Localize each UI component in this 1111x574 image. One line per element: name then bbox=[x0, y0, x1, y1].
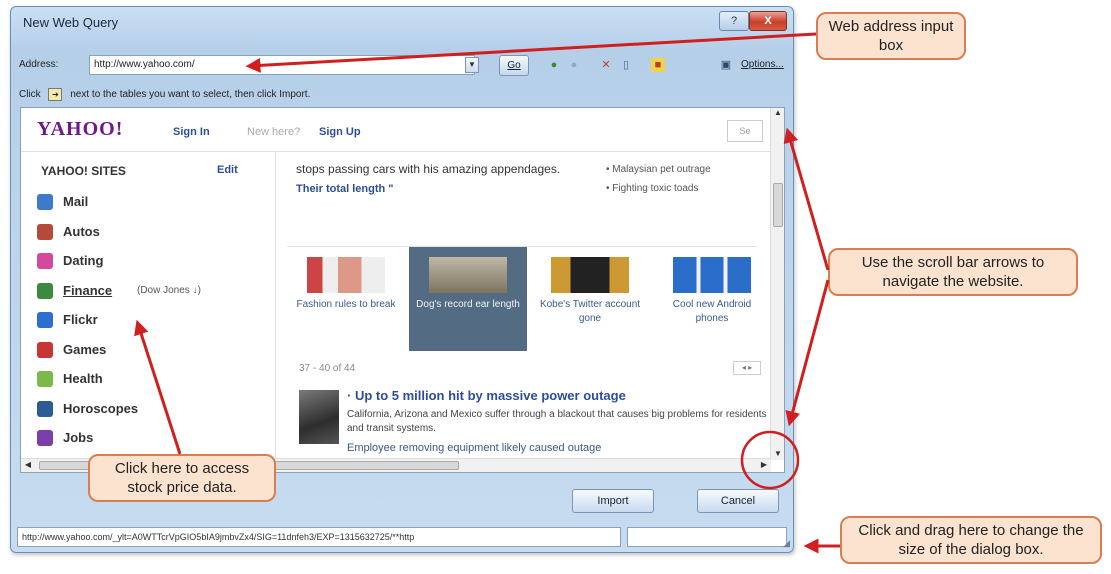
web-page-viewport[interactable]: YAHOO! Sign In New here? Sign Up Se YAHO… bbox=[20, 107, 785, 473]
scroll-left-arrow-icon[interactable]: ◀ bbox=[21, 460, 35, 469]
dialog-title: New Web Query bbox=[23, 15, 119, 30]
pager-count: 37 - 40 of 44 bbox=[299, 363, 356, 374]
yahoo-logo[interactable]: YAHOO! bbox=[37, 118, 123, 141]
yahoo-sites-panel: YAHOO! SITES Edit Mail Autos Dating Finance… bbox=[21, 152, 276, 467]
title-bar: New Web Query ? X bbox=[11, 7, 793, 37]
news-title[interactable]: · Up to 5 million hit by massive power o… bbox=[347, 388, 626, 403]
dow-jones-note: (Dow Jones ↓) bbox=[137, 284, 201, 296]
address-row: Address: http://www.yahoo.com/ ▼ Go ● ● … bbox=[19, 55, 789, 77]
health-icon bbox=[37, 371, 53, 387]
news-thumbnail[interactable]: Dog's record ear length bbox=[409, 247, 527, 351]
jobs-icon bbox=[37, 430, 53, 446]
arrow-to-scroll-up bbox=[783, 127, 830, 271]
news-image[interactable] bbox=[299, 390, 339, 444]
sites-title: YAHOO! SITES bbox=[41, 164, 126, 178]
site-label: Games bbox=[63, 341, 107, 357]
sites-edit-link[interactable]: Edit bbox=[217, 164, 238, 176]
dating-icon bbox=[37, 253, 53, 269]
scroll-up-arrow-icon[interactable]: ▲ bbox=[771, 108, 784, 117]
thumbnail-image bbox=[429, 257, 507, 293]
back-icon[interactable]: ● bbox=[547, 58, 561, 72]
help-button[interactable]: ? bbox=[719, 11, 749, 31]
scroll-down-arrow-icon[interactable]: ▼ bbox=[771, 449, 784, 458]
news-thumbnail[interactable]: Fashion rules to break bbox=[287, 247, 405, 351]
close-button[interactable]: X bbox=[749, 11, 787, 31]
status-panel bbox=[627, 527, 787, 547]
address-label: Address: bbox=[19, 59, 59, 70]
mail-icon bbox=[37, 194, 53, 210]
resize-grip-icon[interactable]: ◢ bbox=[783, 538, 790, 549]
status-url: http://www.yahoo.com/_ylt=A0WTTcrVpGIO5b… bbox=[17, 527, 621, 547]
side-links: • Malaysian pet outrage • Fighting toxic… bbox=[606, 160, 711, 198]
save-query-icon[interactable]: ▣ bbox=[719, 58, 733, 72]
story-text: stops passing cars with his amazing appe… bbox=[296, 160, 586, 199]
address-input[interactable]: http://www.yahoo.com/ bbox=[89, 55, 475, 75]
site-label: Flickr bbox=[63, 312, 98, 327]
finance-icon bbox=[37, 282, 53, 299]
callout-scroll: Use the scroll bar arrows to navigate th… bbox=[828, 248, 1078, 296]
yahoo-search-box[interactable]: Se bbox=[727, 120, 763, 142]
news-thumbnails: Fashion rules to break Dog's record ear l… bbox=[287, 246, 757, 351]
select-table-arrow-icon: ➔ bbox=[48, 88, 63, 101]
site-label: Health bbox=[63, 371, 103, 386]
callout-web-address: Web address input box bbox=[816, 12, 966, 60]
thumbnail-image bbox=[307, 257, 385, 293]
news-related-link[interactable]: Employee removing equipment likely cause… bbox=[347, 442, 601, 454]
sign-in-link[interactable]: Sign In bbox=[173, 126, 210, 138]
go-button[interactable]: Go bbox=[499, 55, 529, 76]
horoscopes-icon bbox=[37, 400, 53, 417]
thumbnail-image bbox=[551, 257, 629, 293]
forward-icon[interactable]: ● bbox=[567, 58, 581, 72]
games-icon bbox=[37, 341, 53, 358]
options-button[interactable]: Options... bbox=[741, 59, 784, 70]
scroll-right-arrow-icon[interactable]: ▶ bbox=[757, 460, 771, 469]
thumbnail-caption: Dog's record ear length bbox=[416, 299, 520, 310]
side-link[interactable]: • Fighting toxic toads bbox=[606, 179, 711, 198]
thumbnail-caption: Kobe's Twitter account gone bbox=[539, 299, 641, 324]
instruction-text: next to the tables you want to select, t… bbox=[70, 89, 311, 101]
new-here-text: New here? bbox=[247, 126, 301, 138]
news-thumbnail[interactable]: Kobe's Twitter account gone bbox=[531, 247, 649, 351]
site-label: Mail bbox=[63, 194, 89, 209]
instruction-prefix: Click bbox=[19, 89, 41, 101]
site-label: Horoscopes bbox=[63, 400, 139, 416]
sign-up-link[interactable]: Sign Up bbox=[319, 126, 361, 138]
site-label: Autos bbox=[63, 223, 100, 239]
refresh-icon[interactable]: ▯ bbox=[619, 58, 633, 72]
import-button[interactable]: Import bbox=[572, 489, 654, 513]
news-thumbnail[interactable]: Cool new Android phones bbox=[653, 247, 771, 351]
address-dropdown-button[interactable]: ▼ bbox=[465, 57, 479, 73]
pager-buttons[interactable]: ◂ ▸ bbox=[733, 361, 761, 375]
vertical-scrollbar[interactable]: ▲ ▼ bbox=[770, 108, 784, 460]
news-body: California, Arizona and Mexico suffer th… bbox=[347, 409, 767, 434]
story-link[interactable]: Their total length " bbox=[296, 183, 394, 195]
thumbnail-caption: Fashion rules to break bbox=[296, 299, 396, 310]
vertical-scroll-thumb[interactable] bbox=[773, 183, 783, 227]
flickr-icon bbox=[37, 312, 53, 328]
side-link[interactable]: • Malaysian pet outrage bbox=[606, 160, 711, 179]
site-label: Jobs bbox=[63, 430, 94, 445]
arrow-to-scroll-down bbox=[785, 279, 830, 427]
autos-icon bbox=[37, 223, 53, 240]
callout-resize: Click and drag here to change the size o… bbox=[840, 516, 1102, 564]
thumbnail-image bbox=[673, 257, 751, 293]
stop-icon[interactable]: ✕ bbox=[599, 58, 613, 72]
site-label: Finance bbox=[63, 282, 113, 298]
cancel-button[interactable]: Cancel bbox=[697, 489, 779, 513]
instruction-row: Click ➔ next to the tables you want to s… bbox=[19, 88, 310, 101]
yahoo-header: YAHOO! Sign In New here? Sign Up Se bbox=[21, 108, 771, 152]
thumbnail-caption: Cool new Android phones bbox=[672, 299, 752, 324]
callout-finance: Click here to access stock price data. bbox=[88, 454, 276, 502]
site-label: Dating bbox=[63, 253, 104, 268]
story-body: stops passing cars with his amazing appe… bbox=[296, 162, 561, 176]
show-icons-icon[interactable]: ■ bbox=[651, 58, 665, 72]
